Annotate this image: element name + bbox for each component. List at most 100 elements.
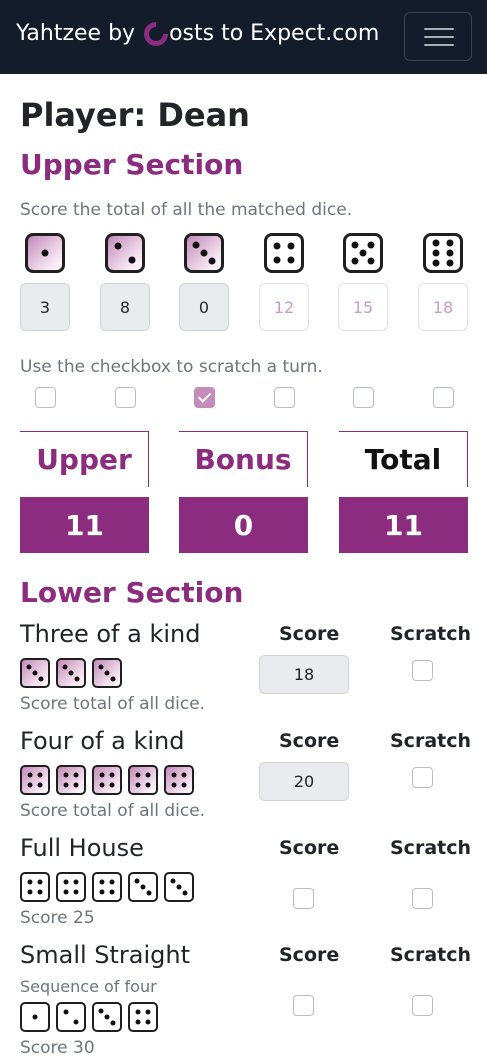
die-pip [170,878,176,884]
die-pip [99,772,105,778]
hamburger-menu-icon [424,28,454,30]
die-pip [200,249,208,257]
upper-scratch-checkbox-5[interactable] [353,387,374,408]
die-pip [135,1009,141,1015]
die-pip [145,1019,151,1025]
die-pip [367,257,375,265]
die-pip [446,249,454,257]
die-face-3-icon [92,1002,122,1032]
category-score-input[interactable]: 18 [259,655,349,694]
category-score-checkbox[interactable] [293,888,314,909]
category-subtitle: Sequence of four [20,977,157,996]
category-scratch-checkbox[interactable] [412,660,433,681]
die-face-3-icon [56,658,86,688]
upper-scratch-checkbox-1[interactable] [35,387,56,408]
die-pip [32,1014,38,1020]
die-face-4-icon [20,872,50,902]
category-scratch-checkbox[interactable] [412,767,433,788]
grand-total-label: Total [339,431,468,487]
die-pip [109,889,115,895]
upper-score-input-4[interactable]: 12 [259,283,309,331]
scratch-column-header: Scratch [390,944,472,966]
upper-scratch-checkbox-6[interactable] [433,387,454,408]
grand-total-value: 11 [339,497,468,553]
score-column-header: Score [279,944,340,966]
die-pip [99,782,105,788]
die-pip [367,241,375,249]
die-face-3-icon [128,872,158,902]
brand-link[interactable]: Yahtzee by osts to Expect.com [16,16,379,51]
upper-score-input-1[interactable]: 3 [20,283,70,331]
scratch-column-header: Scratch [390,837,472,859]
die-pip [62,664,68,670]
die-pip [63,1009,69,1015]
category-scratch-checkbox[interactable] [412,995,433,1016]
die-pip [446,239,454,247]
die-face-4-icon [92,765,122,795]
die-face-6-icon [423,233,463,273]
upper-total-value: 11 [20,497,149,553]
die-pip [287,256,295,264]
die-pip [145,782,151,788]
category-score-input[interactable]: 20 [259,762,349,801]
die-pip [73,889,79,895]
die-pip [26,664,32,670]
die-pip [140,884,146,890]
die-pip [27,889,33,895]
die-face-5-icon [343,233,383,273]
die-pip [109,879,115,885]
category-score-checkbox[interactable] [293,995,314,1016]
die-pip [135,1019,141,1025]
upper-score-input-5[interactable]: 15 [338,283,388,331]
bonus-label: Bonus [179,431,308,487]
die-pip [135,782,141,788]
die-pip [73,1019,79,1025]
upper-score-input-3[interactable]: 0 [179,283,229,331]
die-pip [104,670,110,676]
die-pip [273,242,281,250]
die-pip [41,249,49,257]
upper-score-input-2[interactable]: 8 [100,283,150,331]
category-description: Score 30 [20,1038,95,1058]
die-face-4-icon [56,765,86,795]
category-scratch-checkbox[interactable] [412,888,433,909]
die-pip [359,249,367,257]
die-face-4-icon [164,765,194,795]
die-face-3-icon [184,233,224,273]
score-column-header: Score [279,837,340,859]
die-pip [182,890,188,896]
upper-scratch-checkbox-2[interactable] [115,387,136,408]
die-pip [27,782,33,788]
upper-total-label: Upper [20,431,149,487]
die-pip [145,772,151,778]
die-pip [134,878,140,884]
die-pip [73,879,79,885]
die-pip [99,879,105,885]
die-face-3-icon [92,658,122,688]
die-pip [37,889,43,895]
die-pip [110,676,116,682]
die-face-3-icon [164,872,194,902]
upper-score-input-6[interactable]: 18 [418,283,468,331]
die-pip [176,884,182,890]
die-pip [27,772,33,778]
die-face-1-icon [25,233,65,273]
die-face-4-icon [20,765,50,795]
die-face-1-icon [20,1002,50,1032]
die-pip [63,782,69,788]
hamburger-menu-icon [424,44,454,46]
die-pip [73,772,79,778]
die-pip [98,1008,104,1014]
category-description: Score total of all dice. [20,801,206,821]
die-pip [37,772,43,778]
die-pip [351,241,359,249]
hamburger-menu-icon [424,36,454,38]
upper-scratch-checkbox-3[interactable] [194,387,215,408]
category-name: Four of a kind [20,727,185,755]
player-name: Player: Dean [20,96,250,134]
menu-toggle-button[interactable] [404,12,472,61]
die-pip [104,1014,110,1020]
die-pip [146,890,152,896]
upper-scratch-checkbox-4[interactable] [274,387,295,408]
die-pip [287,242,295,250]
